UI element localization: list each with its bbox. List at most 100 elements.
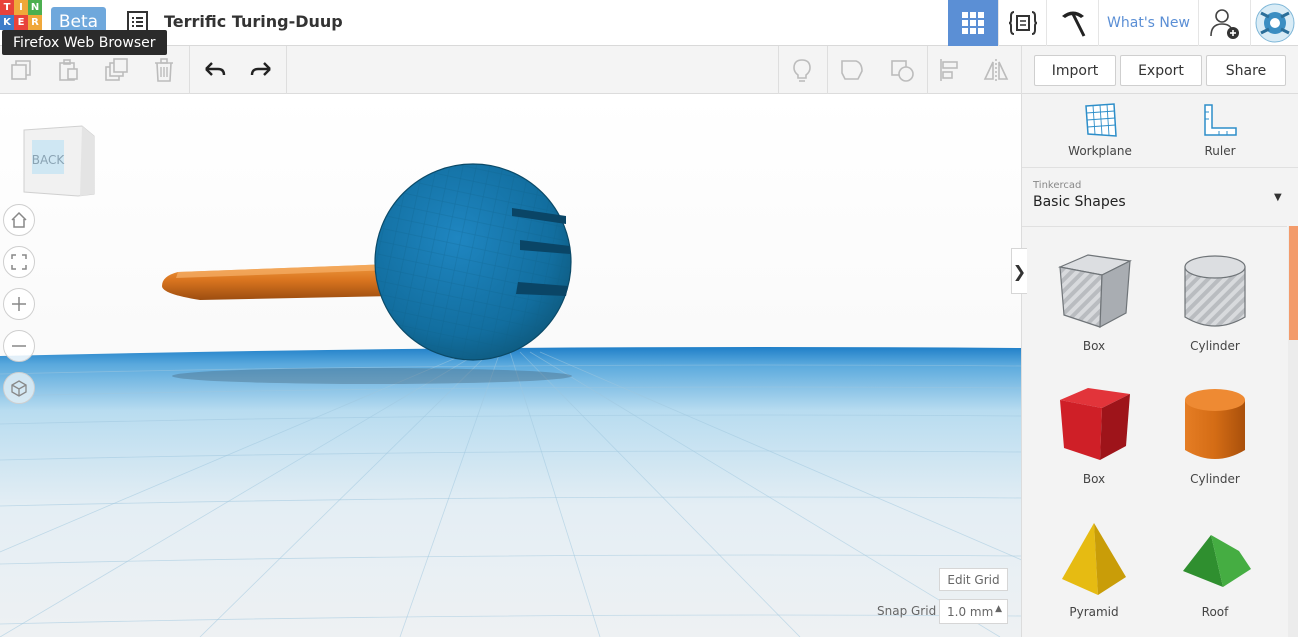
scrollbar-thumb[interactable] <box>1289 226 1298 340</box>
mirror-icon <box>983 59 1009 81</box>
edit-grid-button[interactable]: Edit Grid <box>939 568 1008 591</box>
sphere-facets <box>375 164 571 360</box>
workplane-grid-floor <box>0 347 1021 637</box>
mirror-button[interactable] <box>980 54 1012 86</box>
cylinder-hole-icon <box>1184 255 1246 327</box>
library-source: Tinkercad <box>1033 180 1082 191</box>
box-icon <box>1060 388 1130 460</box>
redo-icon <box>250 62 271 76</box>
ruler-icon <box>1204 104 1237 136</box>
minus-icon <box>12 345 26 347</box>
undo-button[interactable] <box>199 54 231 86</box>
toolbar-divider <box>1021 46 1022 94</box>
home-view-button[interactable] <box>3 204 35 236</box>
pyramid-icon <box>1062 523 1126 595</box>
ungroup-icon <box>891 60 914 82</box>
tinkercad-editor: T I N K E R Beta Terrific Turing-Duup Wh… <box>0 0 1298 637</box>
shape-box[interactable]: Box <box>1034 380 1154 510</box>
paste-icon <box>59 59 78 81</box>
workplane-label: Workplane <box>1068 144 1132 158</box>
lightbulb-icon <box>793 59 811 82</box>
edit-toolbar: Import Export Share <box>0 46 1298 94</box>
fit-view-button[interactable] <box>3 246 35 278</box>
notes-button[interactable] <box>786 54 818 86</box>
view-cube-face-label: BACK <box>32 153 66 167</box>
fit-view-icon <box>11 254 27 270</box>
shape-pyramid[interactable]: Pyramid <box>1034 513 1154 637</box>
home-icon <box>11 211 27 228</box>
workplane-tool[interactable]: Workplane <box>1050 102 1150 158</box>
add-user-button[interactable] <box>1198 0 1250 46</box>
object-shadow <box>172 368 572 384</box>
toolbar-divider <box>778 46 779 94</box>
browser-tooltip: Firefox Web Browser <box>2 30 167 55</box>
collapse-panel-tab[interactable]: ❯ <box>1011 248 1027 294</box>
zoom-out-button[interactable] <box>3 330 35 362</box>
snap-grid-value: 1.0 mm <box>947 604 994 619</box>
3d-design-view-button[interactable] <box>948 0 998 46</box>
share-button[interactable]: Share <box>1206 55 1286 86</box>
cube-icon <box>11 380 27 397</box>
workplane-icon <box>1085 103 1117 137</box>
snap-grid-select[interactable]: 1.0 mm ▲ <box>939 599 1008 624</box>
caret-up-icon: ▲ <box>995 604 1002 614</box>
align-button[interactable] <box>934 54 966 86</box>
undo-icon <box>205 62 226 76</box>
group-button[interactable] <box>836 54 868 86</box>
shape-label: Cylinder <box>1190 472 1240 486</box>
logo-letter: K <box>0 15 14 30</box>
ruler-label: Ruler <box>1204 144 1236 158</box>
chevron-down-icon[interactable]: ▼ <box>1274 192 1282 203</box>
shape-grid: Box Cylinder Box Cylinder Pyramid Roof <box>1022 226 1287 637</box>
roof-icon <box>1183 535 1251 587</box>
design-title[interactable]: Terrific Turing-Duup <box>164 12 343 31</box>
workplane-scene <box>0 94 1021 637</box>
box-hole-icon <box>1057 254 1132 329</box>
shape-box-hole[interactable]: Box <box>1034 247 1154 377</box>
view-cube[interactable]: BACK <box>20 124 96 200</box>
export-button[interactable]: Export <box>1120 55 1202 86</box>
plus-icon <box>12 297 26 311</box>
ungroup-button[interactable] <box>886 54 918 86</box>
toolbar-divider <box>286 46 287 94</box>
align-icon <box>940 59 958 81</box>
logo-letter: T <box>0 0 14 15</box>
zoom-in-button[interactable] <box>3 288 35 320</box>
code-block-icon <box>1008 11 1037 35</box>
duplicate-icon <box>105 58 128 81</box>
paste-button[interactable] <box>52 54 84 86</box>
tinkercad-logo[interactable]: T I N K E R <box>0 0 42 30</box>
user-add-icon <box>1209 9 1239 39</box>
import-button[interactable]: Import <box>1034 55 1116 86</box>
snap-grid-label: Snap Grid <box>877 604 937 618</box>
shape-roof[interactable]: Roof <box>1155 513 1275 637</box>
shape-label: Roof <box>1201 605 1229 619</box>
shape-label: Box <box>1082 339 1106 353</box>
perspective-toggle-button[interactable] <box>3 372 35 404</box>
shape-cylinder-hole[interactable]: Cylinder <box>1155 247 1275 377</box>
codeblocks-button[interactable] <box>998 0 1046 46</box>
shape-cylinder[interactable]: Cylinder <box>1155 380 1275 510</box>
toolbar-divider <box>827 46 828 94</box>
library-select[interactable]: Basic Shapes <box>1033 194 1126 210</box>
top-bar: T I N K E R Beta Terrific Turing-Duup Wh… <box>0 0 1298 55</box>
whats-new-link[interactable]: What's New <box>1098 0 1198 46</box>
copy-icon <box>11 60 31 80</box>
delete-button[interactable] <box>148 54 180 86</box>
shape-label: Cylinder <box>1190 339 1240 353</box>
logo-letter: I <box>14 0 28 15</box>
duplicate-button[interactable] <box>100 54 132 86</box>
shapes-panel: Workplane Ruler Tinkercad Basic Shapes ▼… <box>1021 94 1298 637</box>
shape-label: Pyramid <box>1069 605 1119 619</box>
shape-list-scrollbar[interactable] <box>1288 226 1298 637</box>
trash-icon <box>155 58 173 82</box>
minecraft-tools-button[interactable] <box>1046 0 1098 46</box>
logo-letter: E <box>14 15 28 30</box>
user-avatar[interactable] <box>1250 0 1298 46</box>
avatar-image <box>1255 3 1294 43</box>
3d-viewport[interactable]: BACK Edit Grid Snap Grid 1.0 mm ▲ <box>0 94 1021 637</box>
ruler-tool[interactable]: Ruler <box>1170 102 1270 158</box>
panel-tools: Workplane Ruler <box>1022 94 1298 168</box>
redo-button[interactable] <box>245 54 277 86</box>
copy-button[interactable] <box>5 54 37 86</box>
